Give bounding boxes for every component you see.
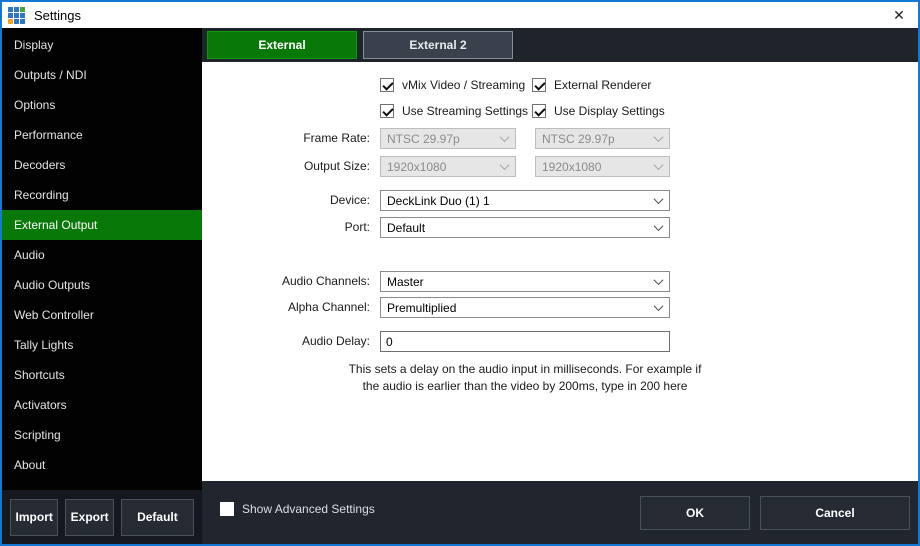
chevron-down-icon [654, 301, 664, 311]
audio-delay-help-text: This sets a delay on the audio input in … [330, 361, 720, 395]
sidebar-nav: Display Outputs / NDI Options Performanc… [2, 28, 202, 490]
output-size-select-2: 1920x1080 [535, 156, 670, 177]
show-advanced-settings-checkbox[interactable]: Show Advanced Settings [220, 502, 375, 516]
checkbox-label: Use Streaming Settings [402, 104, 528, 118]
checkbox-use-streaming-settings[interactable]: Use Streaming Settings [380, 104, 528, 118]
sidebar-footer: Import Export Default [2, 490, 202, 544]
sidebar-item-decoders[interactable]: Decoders [2, 150, 202, 180]
sidebar-item-audio-outputs[interactable]: Audio Outputs [2, 270, 202, 300]
checkmark-icon [532, 78, 546, 92]
dialog-footer: Show Advanced Settings OK Cancel [202, 481, 918, 544]
close-icon[interactable]: ✕ [882, 2, 916, 28]
audio-delay-input[interactable] [380, 331, 670, 352]
port-label: Port: [202, 217, 370, 238]
default-button[interactable]: Default [121, 499, 194, 536]
sidebar-item-tally-lights[interactable]: Tally Lights [2, 330, 202, 360]
sidebar-item-performance[interactable]: Performance [2, 120, 202, 150]
device-select[interactable]: DeckLink Duo (1) 1 [380, 190, 670, 211]
audio-channels-select[interactable]: Master [380, 271, 670, 292]
alpha-channel-label: Alpha Channel: [202, 297, 370, 318]
audio-channels-label: Audio Channels: [202, 271, 370, 292]
checkbox-label: External Renderer [554, 78, 651, 92]
checkbox-label: Use Display Settings [554, 104, 665, 118]
checkmark-icon [532, 104, 546, 118]
cancel-button[interactable]: Cancel [760, 496, 910, 530]
alpha-channel-select[interactable]: Premultiplied [380, 297, 670, 318]
frame-rate-label: Frame Rate: [202, 128, 370, 149]
import-button[interactable]: Import [10, 499, 58, 536]
titlebar: Settings ✕ [2, 2, 918, 28]
checkbox-vmix-video-streaming[interactable]: vMix Video / Streaming [380, 78, 525, 92]
tab-external-2[interactable]: External 2 [363, 31, 513, 59]
external-output-form: vMix Video / Streaming External Renderer… [202, 62, 918, 481]
sidebar-item-about[interactable]: About [2, 450, 202, 480]
ok-button[interactable]: OK [640, 496, 750, 530]
checkbox-external-renderer[interactable]: External Renderer [532, 78, 651, 92]
tab-strip: External External 2 [202, 28, 918, 62]
sidebar: Display Outputs / NDI Options Performanc… [2, 28, 202, 544]
tab-external[interactable]: External [207, 31, 357, 59]
chevron-down-icon [654, 132, 664, 142]
checkbox-use-display-settings[interactable]: Use Display Settings [532, 104, 665, 118]
sidebar-item-activators[interactable]: Activators [2, 390, 202, 420]
export-button[interactable]: Export [65, 499, 113, 536]
sidebar-item-scripting[interactable]: Scripting [2, 420, 202, 450]
sidebar-item-options[interactable]: Options [2, 90, 202, 120]
checkmark-icon [380, 104, 394, 118]
checkbox-icon [220, 502, 234, 516]
sidebar-item-shortcuts[interactable]: Shortcuts [2, 360, 202, 390]
frame-rate-select-1: NTSC 29.97p [380, 128, 516, 149]
port-select[interactable]: Default [380, 217, 670, 238]
audio-delay-label: Audio Delay: [202, 331, 370, 352]
sidebar-item-display[interactable]: Display [2, 30, 202, 60]
vmix-logo-icon [8, 7, 25, 24]
main-panel: External External 2 vMix Video / Streami… [202, 28, 918, 544]
chevron-down-icon [654, 160, 664, 170]
chevron-down-icon [500, 160, 510, 170]
sidebar-item-external-output[interactable]: External Output [2, 210, 202, 240]
sidebar-item-web-controller[interactable]: Web Controller [2, 300, 202, 330]
sidebar-item-recording[interactable]: Recording [2, 180, 202, 210]
chevron-down-icon [654, 194, 664, 204]
chevron-down-icon [654, 275, 664, 285]
checkmark-icon [380, 78, 394, 92]
show-advanced-settings-label: Show Advanced Settings [242, 502, 375, 516]
sidebar-item-audio[interactable]: Audio [2, 240, 202, 270]
output-size-select-1: 1920x1080 [380, 156, 516, 177]
settings-window: Settings ✕ Display Outputs / NDI Options… [0, 0, 920, 546]
chevron-down-icon [500, 132, 510, 142]
checkbox-label: vMix Video / Streaming [402, 78, 525, 92]
window-title: Settings [34, 8, 81, 23]
chevron-down-icon [654, 221, 664, 231]
output-size-label: Output Size: [202, 156, 370, 177]
frame-rate-select-2: NTSC 29.97p [535, 128, 670, 149]
sidebar-item-outputs-ndi[interactable]: Outputs / NDI [2, 60, 202, 90]
device-label: Device: [202, 190, 370, 211]
